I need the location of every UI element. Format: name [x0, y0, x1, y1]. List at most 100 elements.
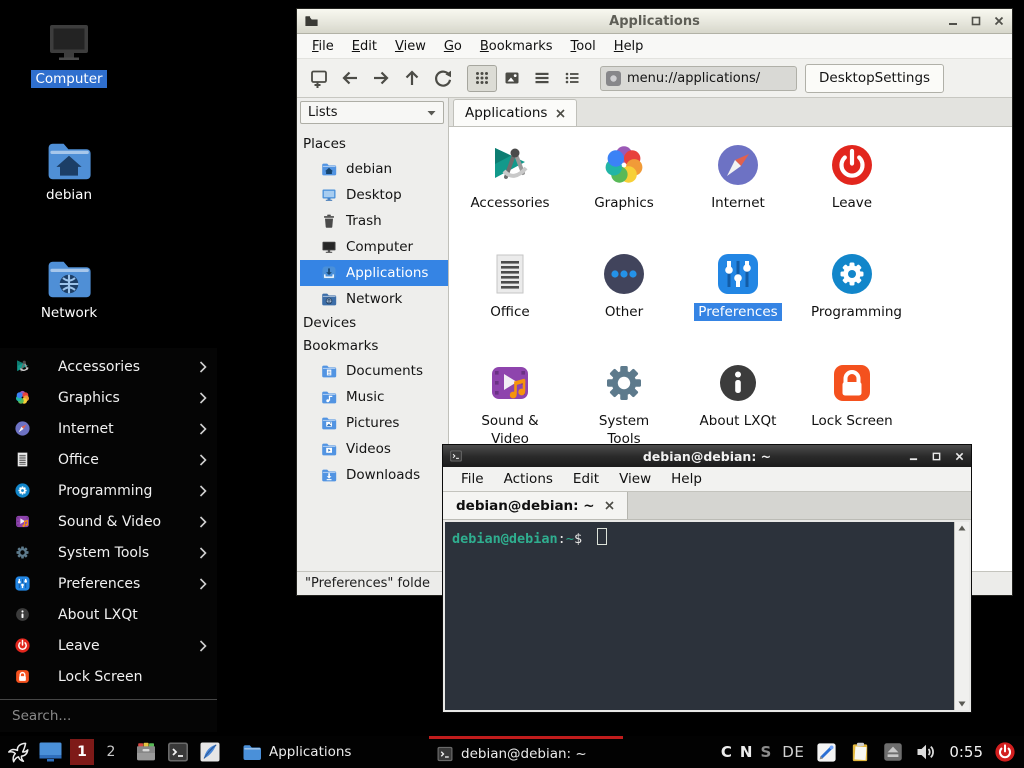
scroll-up-icon[interactable]: [958, 522, 966, 534]
forward-button[interactable]: [365, 65, 396, 92]
menu-item-graphics[interactable]: Graphics: [0, 382, 217, 413]
sidebar-item-documents[interactable]: Documents: [300, 358, 448, 384]
eject-tray-icon[interactable]: [883, 738, 903, 766]
desktop-icon-computer[interactable]: Computer: [14, 20, 124, 88]
screenshot-tray-icon[interactable]: [815, 738, 838, 766]
refresh-button[interactable]: [427, 65, 458, 92]
fm-menu-tool[interactable]: Tool: [562, 35, 605, 58]
detailed-view-button[interactable]: [557, 65, 587, 92]
fm-tabbar: Applications: [449, 98, 1012, 127]
back-button[interactable]: [334, 65, 365, 92]
task-button-applications[interactable]: Applications: [235, 736, 429, 768]
sidebar-group-bookmarks[interactable]: Bookmarks: [300, 335, 448, 358]
fm-menu-go[interactable]: Go: [435, 35, 471, 58]
sidebar-item-videos[interactable]: Videos: [300, 436, 448, 462]
close-icon[interactable]: [993, 15, 1005, 27]
close-icon[interactable]: [953, 450, 965, 462]
menu-item-office[interactable]: Office: [0, 444, 217, 475]
taskbar: 12 Applicationsdebian@debian: ~ CNS DE 0…: [0, 736, 1024, 768]
fm-menu-help[interactable]: Help: [605, 35, 653, 58]
terminal-menu-edit[interactable]: Edit: [563, 468, 609, 491]
desktop-settings-button[interactable]: DesktopSettings: [805, 64, 944, 93]
sidebar-item-computer[interactable]: Computer: [300, 234, 448, 260]
terminal-menu-actions[interactable]: Actions: [494, 468, 563, 491]
sidebar-item-trash[interactable]: Trash: [300, 208, 448, 234]
menu-item-programming[interactable]: Programming: [0, 475, 217, 506]
app-category-office[interactable]: Office: [453, 246, 567, 355]
sidebar-group-devices[interactable]: Devices: [300, 312, 448, 335]
sidebar-group-places[interactable]: Places: [300, 133, 448, 156]
app-category-leave[interactable]: Leave: [795, 137, 909, 246]
app-category-programming[interactable]: Programming: [795, 246, 909, 355]
icon-view-button[interactable]: [467, 65, 497, 92]
maximize-icon[interactable]: [930, 450, 942, 462]
fm-tab-applications[interactable]: Applications: [453, 99, 577, 126]
minimize-icon[interactable]: [907, 450, 919, 462]
fm-menu-file[interactable]: File: [303, 35, 343, 58]
app-category-other[interactable]: Other: [567, 246, 681, 355]
text-editor-launcher-icon[interactable]: [198, 738, 222, 766]
terminal-menu-help[interactable]: Help: [661, 468, 712, 491]
lxqt-menu-button[interactable]: [5, 738, 31, 766]
menu-item-leave[interactable]: Leave: [0, 630, 217, 661]
file-manager-launcher-icon[interactable]: [134, 738, 158, 766]
address-input[interactable]: [627, 71, 792, 86]
keyboard-layout-indicator[interactable]: DE: [782, 743, 804, 761]
terminal-launcher-icon[interactable]: [166, 738, 190, 766]
task-button-debian-debian-~[interactable]: debian@debian: ~: [429, 736, 623, 768]
fm-menu-view[interactable]: View: [386, 35, 435, 58]
maximize-icon[interactable]: [970, 15, 982, 27]
desktop-icon-debian[interactable]: debian: [14, 136, 124, 204]
terminal-menu-file[interactable]: File: [451, 468, 494, 491]
fm-sidebar: Lists PlacesdebianDesktop Trash ComputerAp…: [297, 98, 449, 571]
folder-network-big-icon: [14, 254, 124, 302]
lock-screen-icon: [13, 668, 31, 686]
menu-item-lock-screen[interactable]: Lock Screen: [0, 661, 217, 692]
sidebar-mode-select[interactable]: Lists: [300, 101, 444, 124]
app-category-accessories[interactable]: Accessories: [453, 137, 567, 246]
menu-search-input[interactable]: [10, 707, 211, 725]
scroll-down-icon[interactable]: [958, 698, 966, 710]
clipboard-tray-icon[interactable]: [849, 738, 872, 766]
terminal-titlebar[interactable]: debian@debian: ~: [443, 445, 971, 467]
power-button[interactable]: [994, 738, 1016, 766]
menu-item-internet[interactable]: Internet: [0, 413, 217, 444]
fm-menu-bookmarks[interactable]: Bookmarks: [471, 35, 562, 58]
workspace-button-1[interactable]: 1: [70, 739, 94, 765]
show-desktop-button[interactable]: [38, 738, 63, 766]
folder-music-icon: [321, 389, 337, 405]
menu-item-about-lxqt[interactable]: About LXQt: [0, 599, 217, 630]
fm-titlebar[interactable]: Applications: [297, 9, 1012, 34]
sidebar-item-pictures[interactable]: Pictures: [300, 410, 448, 436]
thumbnail-view-button[interactable]: [497, 65, 527, 92]
terminal-scrollbar[interactable]: [954, 522, 969, 710]
app-category-preferences[interactable]: Preferences: [681, 246, 795, 355]
desktop-icon-network[interactable]: Network: [14, 254, 124, 322]
sidebar-item-network[interactable]: Network: [300, 286, 448, 312]
compact-view-button[interactable]: [527, 65, 557, 92]
menu-item-sound-video[interactable]: Sound & Video: [0, 506, 217, 537]
workspace-button-2[interactable]: 2: [99, 739, 123, 765]
terminal-content[interactable]: debian@debian:~$: [445, 522, 969, 710]
terminal-menu-view[interactable]: View: [609, 468, 661, 491]
tab-close-icon[interactable]: [605, 501, 614, 510]
sidebar-item-desktop[interactable]: Desktop: [300, 182, 448, 208]
clock[interactable]: 0:55: [949, 743, 983, 761]
menu-item-accessories[interactable]: Accessories: [0, 351, 217, 382]
tab-close-icon[interactable]: [556, 109, 565, 118]
terminal-tab[interactable]: debian@debian: ~: [443, 492, 628, 519]
minimize-icon[interactable]: [947, 15, 959, 27]
sidebar-item-applications[interactable]: Applications: [300, 260, 448, 286]
volume-icon[interactable]: [914, 738, 938, 766]
fm-menu-edit[interactable]: Edit: [343, 35, 386, 58]
app-category-graphics[interactable]: Graphics: [567, 137, 681, 246]
up-button[interactable]: [396, 65, 427, 92]
menu-item-system-tools[interactable]: System Tools: [0, 537, 217, 568]
sidebar-item-downloads[interactable]: Downloads: [300, 462, 448, 488]
sidebar-item-music[interactable]: Music: [300, 384, 448, 410]
app-category-internet[interactable]: Internet: [681, 137, 795, 246]
sidebar-item-debian[interactable]: debian: [300, 156, 448, 182]
new-tab-button[interactable]: [303, 65, 334, 92]
menu-item-preferences[interactable]: Preferences: [0, 568, 217, 599]
sidebar-item-label: Trash: [346, 213, 382, 229]
